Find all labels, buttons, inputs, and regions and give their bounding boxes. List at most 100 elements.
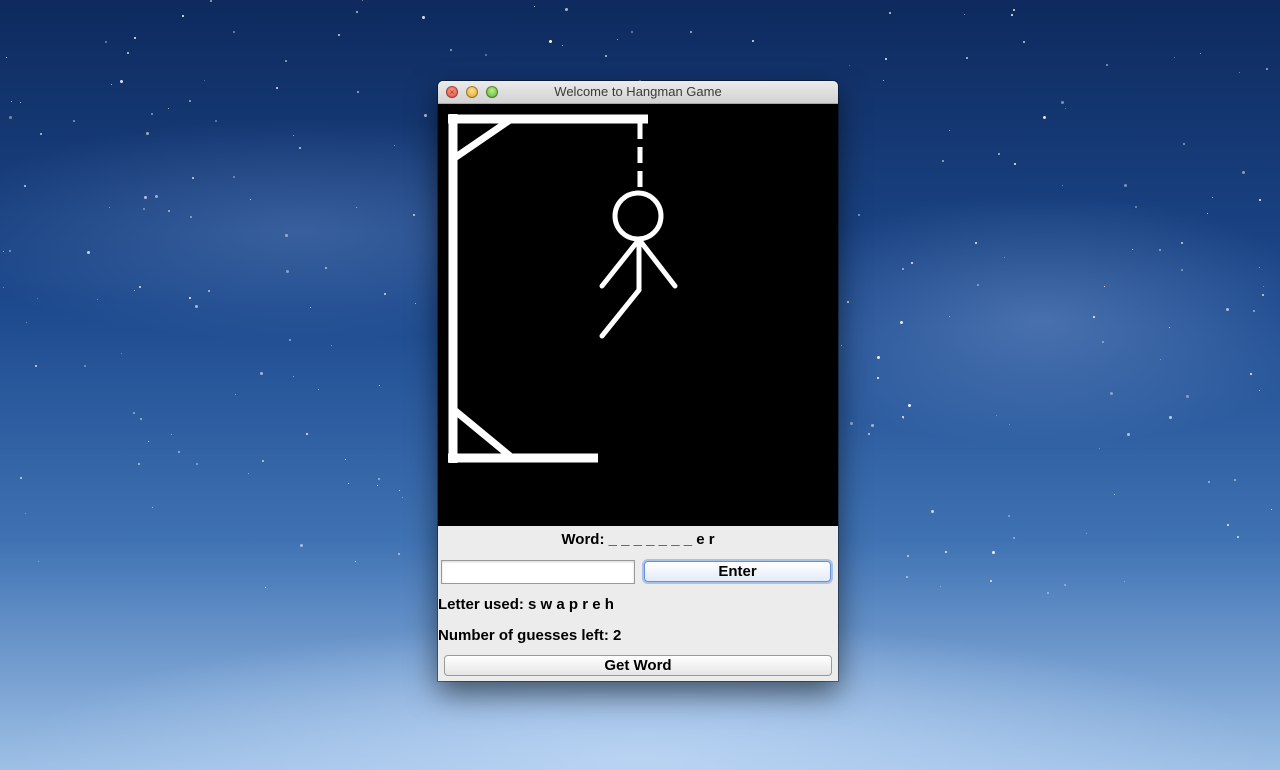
- star: [3, 251, 4, 252]
- star: [210, 0, 212, 2]
- star: [1124, 581, 1125, 582]
- hangman-head: [612, 190, 664, 242]
- star: [858, 214, 860, 216]
- star: [1169, 416, 1172, 419]
- star: [1023, 41, 1025, 43]
- star: [964, 14, 965, 15]
- star: [140, 418, 142, 420]
- window-title: Welcome to Hangman Game: [554, 84, 722, 99]
- star: [1086, 533, 1087, 534]
- star: [171, 434, 172, 435]
- star: [885, 58, 887, 60]
- star: [1104, 286, 1105, 287]
- star: [9, 116, 12, 119]
- star: [384, 293, 386, 295]
- star: [841, 345, 842, 346]
- star: [356, 207, 357, 208]
- star: [6, 57, 7, 58]
- star: [903, 418, 904, 419]
- star: [178, 451, 180, 453]
- star: [338, 34, 340, 36]
- star: [286, 270, 289, 273]
- star: [120, 80, 123, 83]
- star: [233, 176, 235, 178]
- star: [35, 365, 37, 367]
- word-value: _ _ _ _ _ _ _ e r: [608, 531, 715, 548]
- star: [1239, 72, 1240, 73]
- star: [398, 553, 400, 555]
- star: [306, 433, 308, 435]
- star: [293, 376, 294, 377]
- guesses-left-label: Number of guesses left:: [438, 627, 609, 644]
- title-bar[interactable]: × Welcome to Hangman Game: [438, 81, 838, 104]
- star: [133, 412, 135, 414]
- star: [998, 153, 1000, 155]
- star: [144, 196, 147, 199]
- star: [348, 483, 349, 484]
- close-window-button[interactable]: ×: [446, 86, 458, 98]
- star: [996, 415, 997, 416]
- star: [146, 132, 149, 135]
- star: [450, 49, 452, 51]
- enter-button[interactable]: Enter: [644, 561, 831, 582]
- star: [1061, 101, 1064, 104]
- word-label: Word:: [561, 531, 605, 548]
- star: [883, 80, 884, 81]
- star: [300, 544, 303, 547]
- star: [20, 477, 22, 479]
- star: [1160, 359, 1161, 360]
- star: [143, 208, 145, 210]
- star: [127, 52, 129, 54]
- star: [402, 497, 403, 498]
- star: [1181, 242, 1183, 244]
- star: [1132, 249, 1133, 250]
- get-word-button[interactable]: Get Word: [444, 655, 832, 676]
- star: [152, 507, 153, 508]
- star: [325, 267, 327, 269]
- star: [377, 485, 378, 486]
- star: [276, 87, 278, 89]
- star: [990, 580, 992, 582]
- minimize-window-button[interactable]: [466, 86, 478, 98]
- controls-panel: Word: _ _ _ _ _ _ _ e r Enter Letter use…: [438, 526, 838, 681]
- star: [3, 287, 4, 288]
- star: [250, 199, 251, 200]
- star: [1043, 116, 1046, 119]
- star: [138, 463, 140, 465]
- star: [20, 102, 21, 103]
- star: [1242, 171, 1245, 174]
- star: [945, 551, 947, 553]
- star: [1259, 390, 1260, 391]
- guess-input[interactable]: [441, 560, 635, 584]
- star: [318, 389, 319, 390]
- gallows-bottom-brace: [450, 406, 513, 459]
- star: [299, 147, 301, 149]
- star: [424, 114, 427, 117]
- star: [1047, 592, 1049, 594]
- star: [192, 177, 194, 179]
- star: [121, 353, 122, 354]
- star: [24, 185, 26, 187]
- star: [902, 268, 904, 270]
- star: [73, 120, 75, 122]
- star: [942, 160, 944, 162]
- star: [38, 561, 39, 562]
- star: [105, 41, 107, 43]
- close-icon: ×: [449, 87, 455, 97]
- zoom-window-button[interactable]: [486, 86, 498, 98]
- star: [902, 416, 904, 418]
- star: [889, 12, 891, 14]
- star: [900, 321, 903, 324]
- letters-used-label: Letter used:: [438, 596, 524, 613]
- star: [148, 441, 149, 442]
- star: [1127, 433, 1130, 436]
- star: [849, 65, 850, 66]
- star: [906, 576, 908, 578]
- star: [1253, 310, 1255, 312]
- guesses-left: Number of guesses left: 2: [438, 627, 621, 644]
- star: [355, 561, 356, 562]
- star: [40, 133, 42, 135]
- star: [975, 242, 977, 244]
- star: [190, 216, 192, 218]
- star: [1262, 294, 1264, 296]
